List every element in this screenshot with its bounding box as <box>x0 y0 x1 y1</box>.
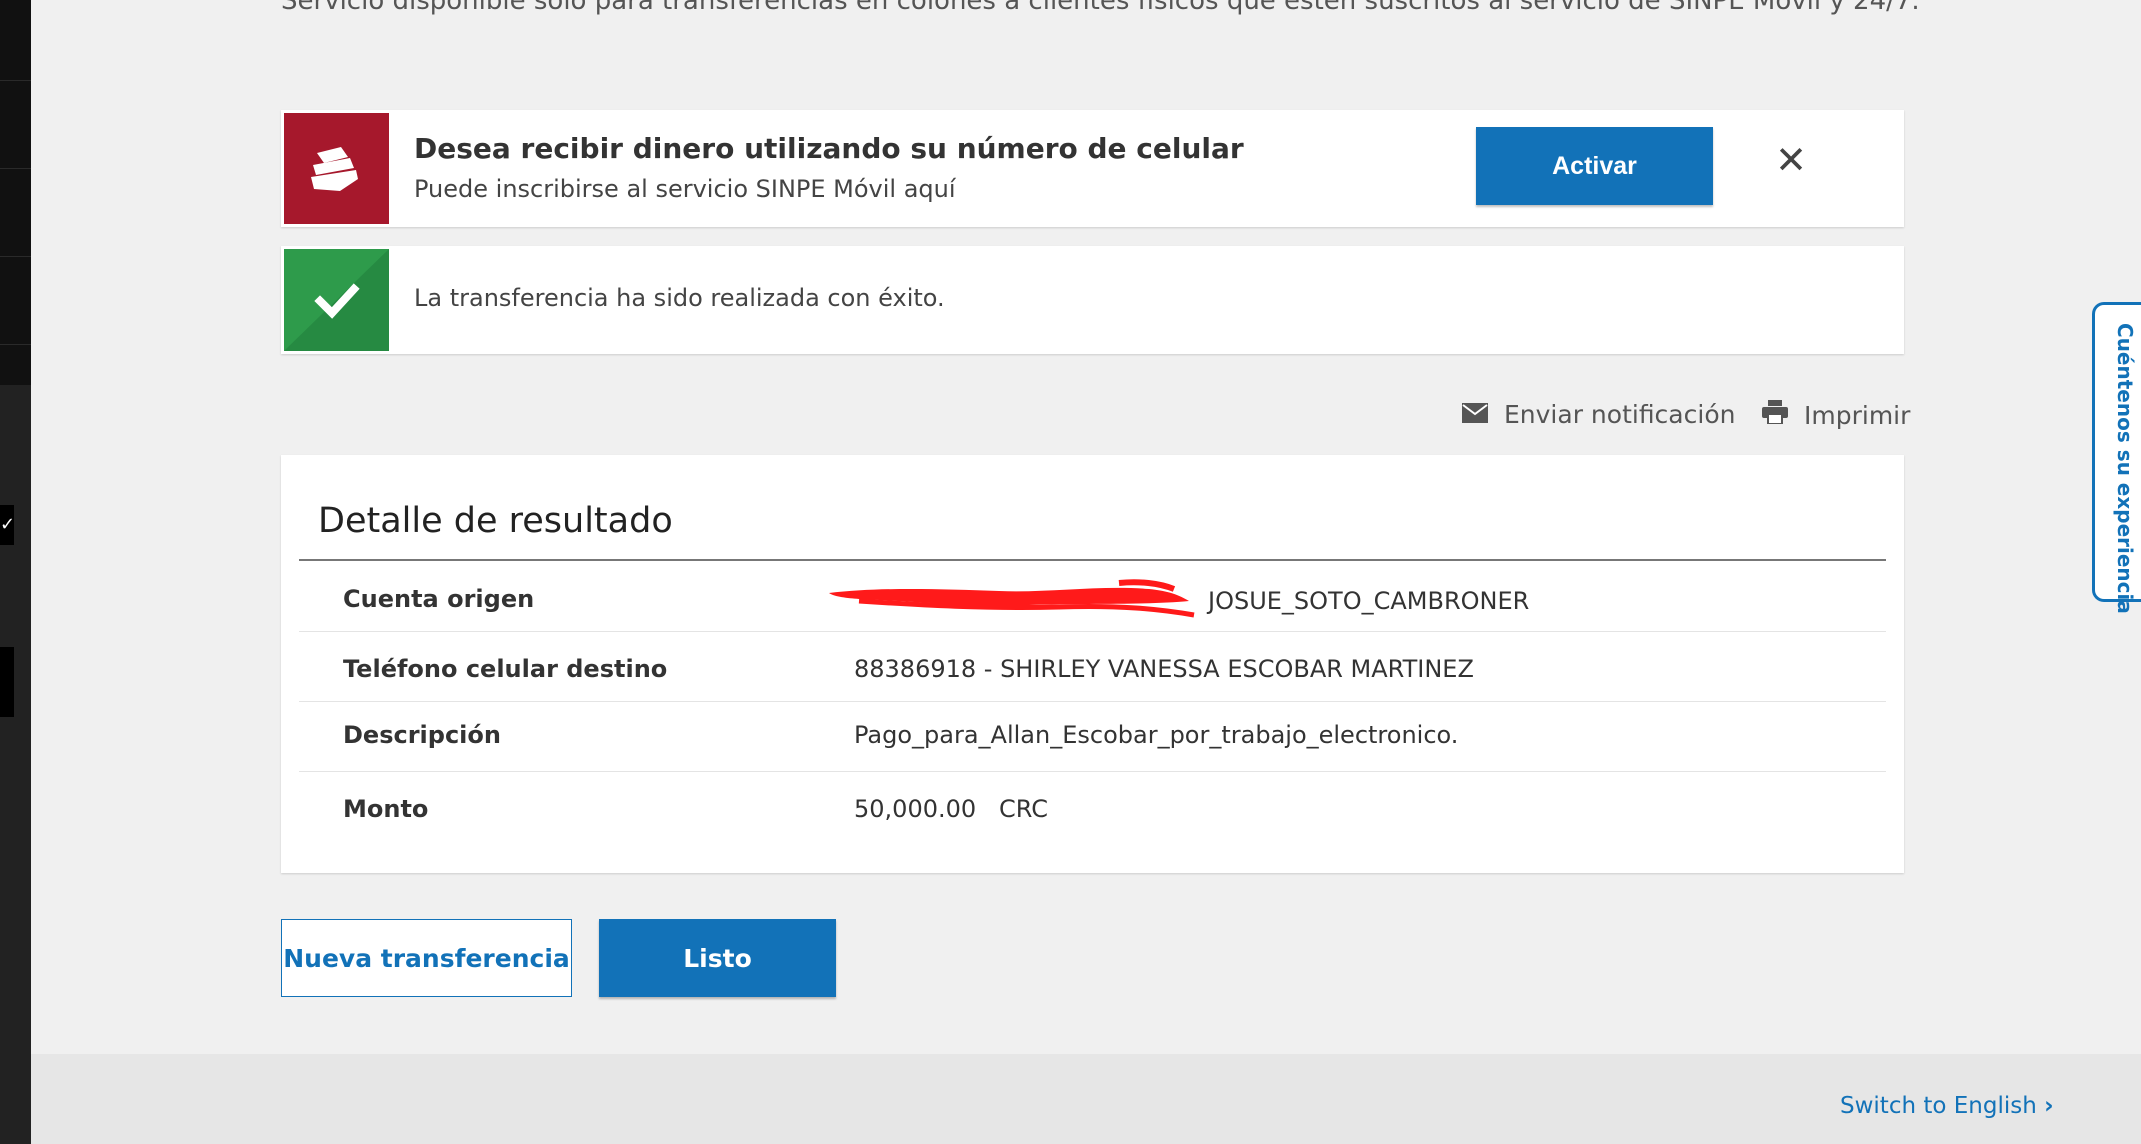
send-notification-label: Enviar notificación <box>1504 400 1736 429</box>
detail-title: Detalle de resultado <box>318 501 673 541</box>
sidebar-check-icon[interactable]: ✓ <box>0 505 15 545</box>
promo-subtitle: Puede inscribirse al servicio SINPE Móvi… <box>414 175 956 203</box>
print-link[interactable]: Imprimir <box>1762 400 1910 430</box>
envelope-icon <box>1462 400 1488 429</box>
sidebar-segment[interactable] <box>0 168 31 257</box>
row-label: Descripción <box>343 721 501 749</box>
new-transfer-button[interactable]: Nueva transferencia <box>281 919 572 997</box>
detail-row-source-account: Cuenta origen JOSUE_SOTO_CAMBRONER <box>299 561 1886 632</box>
close-icon[interactable]: ✕ <box>1771 140 1811 180</box>
result-detail-card: Detalle de resultado Cuenta origen JOSUE… <box>281 455 1904 873</box>
sidebar-handle[interactable] <box>0 647 14 717</box>
print-label: Imprimir <box>1804 400 1911 430</box>
detail-row-description: Descripción Pago_para_Allan_Escobar_por_… <box>299 701 1886 772</box>
redaction-mark <box>819 579 1209 623</box>
checkmark-icon <box>284 249 389 351</box>
send-notification-link[interactable]: Enviar notificación <box>1462 400 1735 429</box>
chevron-right-icon: › <box>2044 1093 2054 1119</box>
sidebar-segment[interactable] <box>0 0 31 81</box>
success-alert: La transferencia ha sido realizada con é… <box>281 246 1904 354</box>
sidebar-segment[interactable] <box>0 256 31 345</box>
promo-title: Desea recibir dinero utilizando su númer… <box>414 132 1244 165</box>
detail-row-amount: Monto 50,000.00 CRC <box>299 771 1886 851</box>
footer <box>31 1054 2141 1144</box>
row-label: Cuenta origen <box>343 585 535 613</box>
printer-icon <box>1762 400 1788 430</box>
detail-row-destination-phone: Teléfono celular destino 88386918 - SHIR… <box>299 631 1886 702</box>
row-label: Teléfono celular destino <box>343 655 668 683</box>
sidebar-segment[interactable] <box>0 80 31 169</box>
source-account-value: JOSUE_SOTO_CAMBRONER <box>1208 587 1530 615</box>
sidebar-lower <box>0 385 31 1144</box>
done-button[interactable]: Listo <box>599 919 836 997</box>
sinpe-logo-icon <box>284 113 389 224</box>
description-value: Pago_para_Allan_Escobar_por_trabajo_elec… <box>854 721 1459 749</box>
left-sidebar: ✓ <box>0 0 31 1144</box>
row-label: Monto <box>343 795 429 823</box>
switch-language-label: Switch to English <box>1840 1093 2037 1119</box>
sinpe-promo-card: Desea recibir dinero utilizando su númer… <box>281 110 1904 227</box>
feedback-tab[interactable]: Cuéntenos su experiencia <box>2092 302 2141 614</box>
amount-value: 50,000.00 CRC <box>854 795 1049 823</box>
switch-language-link[interactable]: Switch to English › <box>1840 1093 2054 1119</box>
service-note: Servicio disponible solo para transferen… <box>281 0 1920 16</box>
success-message: La transferencia ha sido realizada con é… <box>414 284 945 312</box>
feedback-label: Cuéntenos su experiencia <box>2113 323 2137 614</box>
destination-phone-value: 88386918 - SHIRLEY VANESSA ESCOBAR MARTI… <box>854 655 1474 683</box>
activate-button[interactable]: Activar <box>1476 127 1713 205</box>
